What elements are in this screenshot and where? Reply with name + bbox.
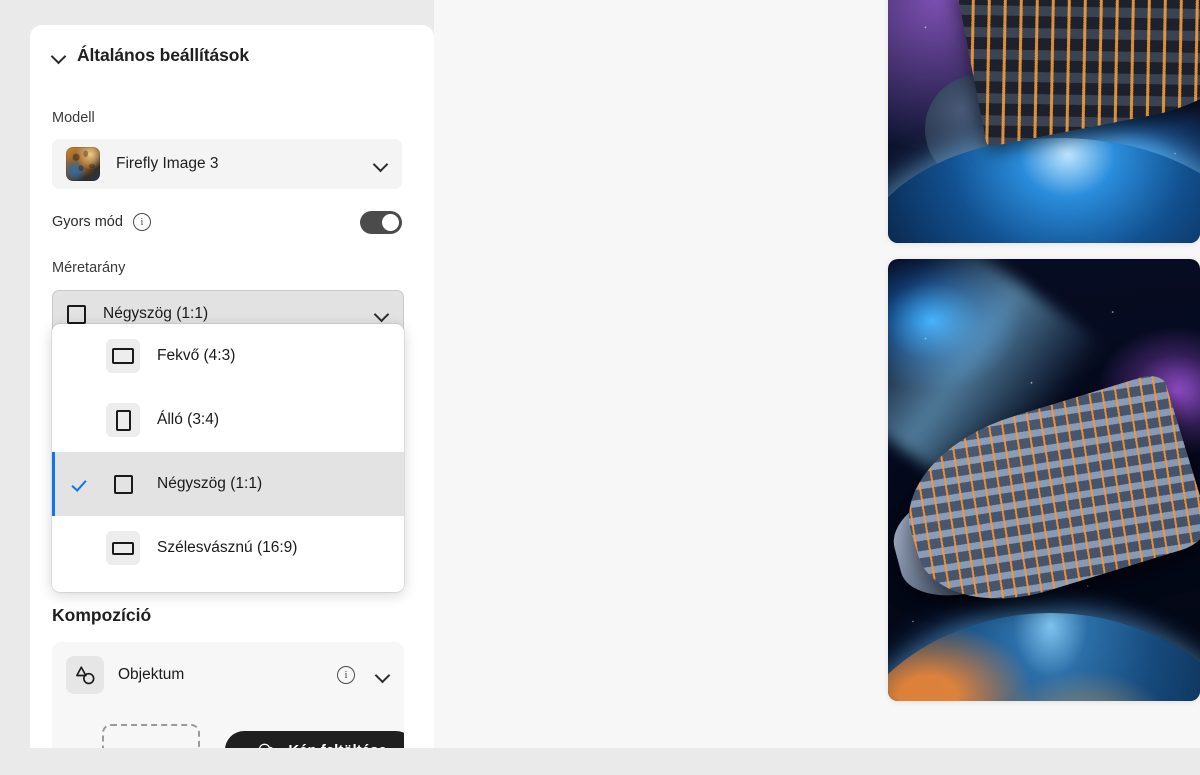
aspect-option-label: Álló (3:4) [157,411,220,428]
general-settings-header[interactable]: Általános beállítások [52,45,249,66]
landscape-aspect-icon [106,339,140,373]
cloud-upload-icon [131,744,171,748]
aspect-option-widescreen[interactable]: Szélesvásznú (16:9) [52,516,404,580]
composition-object-card: Objektum i Kép feltöltése [52,642,404,748]
fast-mode-toggle[interactable] [360,210,402,234]
result-image-2[interactable] [888,259,1200,701]
aspect-ratio-dropdown-menu: Fekvő (4:3) Álló (3:4) Négyszög (1:1) Sz… [52,324,404,592]
aspect-option-portrait[interactable]: Álló (3:4) [52,388,404,452]
aspect-option-square[interactable]: Négyszög (1:1) [52,452,404,516]
object-shapes-icon [66,656,104,694]
square-aspect-icon [106,467,140,501]
app-root: Általános beállítások Modell Firefly Ima… [0,0,1200,775]
chevron-down-icon [376,308,389,321]
aspect-option-label: Fekvő (4:3) [157,347,236,364]
aspect-option-landscape[interactable]: Fekvő (4:3) [52,324,404,388]
toggle-knob [382,213,399,231]
result-image-1-art [888,0,1200,243]
result-image-2-art [888,259,1200,701]
composition-title: Kompozíció [52,605,152,625]
cloud-upload-icon [258,743,274,748]
firefly-model-thumbnail-icon [66,147,100,181]
fast-mode-label: Gyors mód [52,214,123,230]
aspect-ratio-label: Méretarány [52,260,126,276]
fast-mode-row: Gyors mód i [52,207,402,237]
chevron-down-icon [375,158,388,171]
composition-card-header[interactable]: Objektum i [66,655,390,695]
page-title: Általános beállítások [77,45,249,65]
info-icon[interactable]: i [337,666,355,684]
image-dropzone[interactable] [102,724,200,748]
model-select-value: Firefly Image 3 [116,155,219,172]
portrait-aspect-icon [106,403,140,437]
aspect-ratio-value: Négyszög (1:1) [103,305,209,322]
composition-card-label: Objektum [118,666,185,683]
result-image-1[interactable] [888,0,1200,243]
model-label: Modell [52,110,95,126]
model-select[interactable]: Firefly Image 3 [52,139,402,189]
widescreen-aspect-icon [106,531,140,565]
square-aspect-icon [67,304,86,324]
upload-image-button-label: Kép feltöltése [288,742,386,749]
chevron-down-icon[interactable] [377,669,390,682]
aspect-option-label: Négyszög (1:1) [157,475,263,492]
check-icon [74,478,90,488]
info-icon[interactable]: i [132,213,151,231]
chevron-down-icon [52,51,66,60]
aspect-option-label: Szélesvásznú (16:9) [157,539,298,556]
upload-image-button[interactable]: Kép feltöltése [225,731,404,748]
